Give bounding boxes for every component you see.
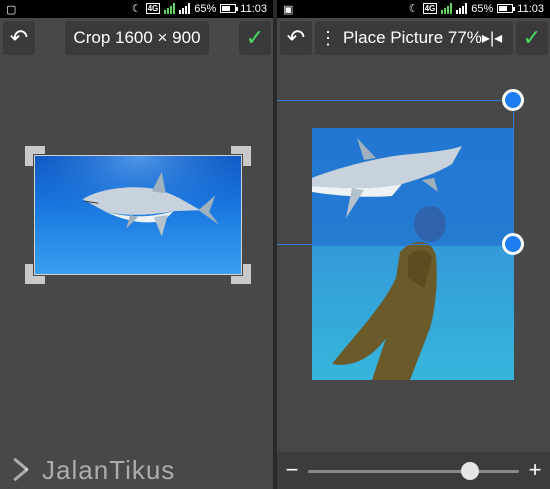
resize-knob-middle[interactable] [502,233,524,255]
plus-icon: + [528,457,542,482]
network-type: 4G [145,3,161,14]
battery-percent: 65% [194,2,217,15]
resize-knob-top[interactable] [502,89,524,111]
crop-panel: ▢ ☾ 4G 65% 11:03 ↶ Crop 1600 × 900 ✓ Jal… [0,0,273,489]
zoom-bar: − + [277,452,550,489]
moon-icon: ☾ [408,3,419,15]
signal-sim1-icon [164,3,176,14]
undo-button[interactable]: ↶ [3,21,35,55]
battery-icon [497,4,516,13]
undo-icon: ↶ [286,25,306,50]
crop-toolbar: ↶ Crop 1600 × 900 ✓ [0,18,273,58]
moon-icon: ☾ [131,3,142,15]
shark-photo [35,156,241,274]
status-bar: ▢ ☾ 4G 65% 11:03 [0,0,273,18]
confirm-button[interactable]: ✓ [516,21,548,55]
notification-icon: ▣ [283,4,294,16]
notification-icon: ▢ [6,4,17,16]
clock: 11:03 [240,2,267,15]
watermark-logo [10,457,36,481]
crop-frame[interactable] [25,146,251,284]
watermark: JalanTikus [10,455,175,486]
place-picture-title: Place Picture 77% [343,28,482,47]
battery-icon [220,4,239,13]
vertical-guide-line [513,100,514,245]
signal-sim2-icon [456,3,468,14]
confirm-button[interactable]: ✓ [239,21,271,55]
watermark-text: JalanTikus [42,455,176,485]
place-picture-button[interactable]: ⋮ Place Picture 77% ▸|◂ [315,21,513,55]
middle-guide-line [277,244,513,245]
minus-icon: − [285,457,299,482]
place-picture-panel: ▣ ☾ 4G 65% 11:03 ↶ ⋮ Place Picture 77% ▸… [277,0,550,489]
composite-photo [312,128,514,380]
vertical-dots-icon: ⋮ [319,27,337,48]
battery-percent: 65% [471,2,494,15]
flip-horizontal-icon[interactable]: ▸|◂ [482,28,502,48]
check-icon: ✓ [522,25,542,50]
signal-sim1-icon [441,3,453,14]
zoom-slider[interactable] [308,470,519,473]
crop-size-button[interactable]: Crop 1600 × 900 [65,21,209,55]
crop-title: Crop 1600 × 900 [73,28,201,47]
signal-sim2-icon [179,3,191,14]
network-type: 4G [422,3,438,14]
status-bar: ▣ ☾ 4G 65% 11:03 [277,0,550,18]
check-icon: ✓ [245,25,265,50]
zoom-out-button[interactable]: − [280,457,304,482]
zoom-slider-thumb[interactable] [461,462,480,480]
top-guide-line [277,100,513,101]
place-picture-toolbar: ↶ ⋮ Place Picture 77% ▸|◂ ✓ [277,18,550,58]
clock: 11:03 [517,2,544,15]
undo-button[interactable]: ↶ [280,21,312,55]
zoom-in-button[interactable]: + [523,457,547,482]
undo-icon: ↶ [9,25,29,50]
